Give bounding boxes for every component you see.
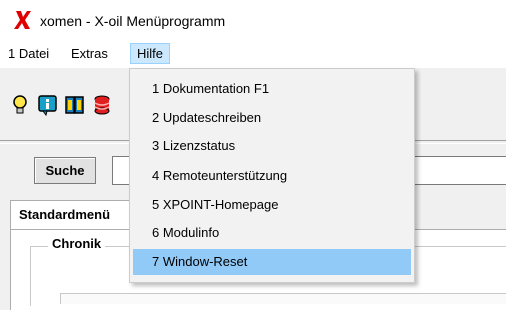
menu-item-remoteunterstuetzung[interactable]: 4 Remoteunterstützung bbox=[133, 163, 411, 189]
chronik-label: Chronik bbox=[48, 236, 106, 251]
menu-item-lizenzstatus[interactable]: 3 Lizenzstatus bbox=[133, 133, 411, 159]
menu-item-window-reset[interactable]: 7 Window-Reset bbox=[133, 249, 411, 275]
menu-datei[interactable]: 1 Datei bbox=[2, 43, 55, 64]
menu-item-modulinfo[interactable]: 6 Modulinfo bbox=[133, 220, 411, 246]
menu-hilfe[interactable]: Hilfe bbox=[130, 43, 171, 64]
info-icon[interactable] bbox=[38, 94, 58, 116]
menu-item-xpoint-homepage[interactable]: 5 XPOINT-Homepage bbox=[133, 192, 411, 218]
help-dropdown-menu: 1 Dokumentation F1 2 Updateschreiben 3 L… bbox=[129, 68, 415, 283]
chronik-list bbox=[60, 293, 506, 304]
menu-item-updateschreiben[interactable]: 2 Updateschreiben bbox=[133, 105, 411, 131]
search-button[interactable]: Suche bbox=[34, 157, 96, 184]
book-icon[interactable] bbox=[65, 94, 85, 116]
lightbulb-icon[interactable] bbox=[10, 94, 30, 116]
menu-bar: 1 Datei Extras Hilfe bbox=[0, 40, 506, 68]
red-x-logo-icon bbox=[14, 11, 31, 29]
database-icon[interactable] bbox=[92, 94, 112, 116]
menu-extras[interactable]: Extras bbox=[65, 43, 114, 64]
tab-standardmenu[interactable]: Standardmenü bbox=[10, 200, 140, 230]
menu-item-dokumentation[interactable]: 1 Dokumentation F1 bbox=[133, 76, 411, 102]
title-bar: xomen - X-oil Menüprogramm bbox=[0, 0, 506, 40]
window-title: xomen - X-oil Menüprogramm bbox=[40, 13, 226, 29]
